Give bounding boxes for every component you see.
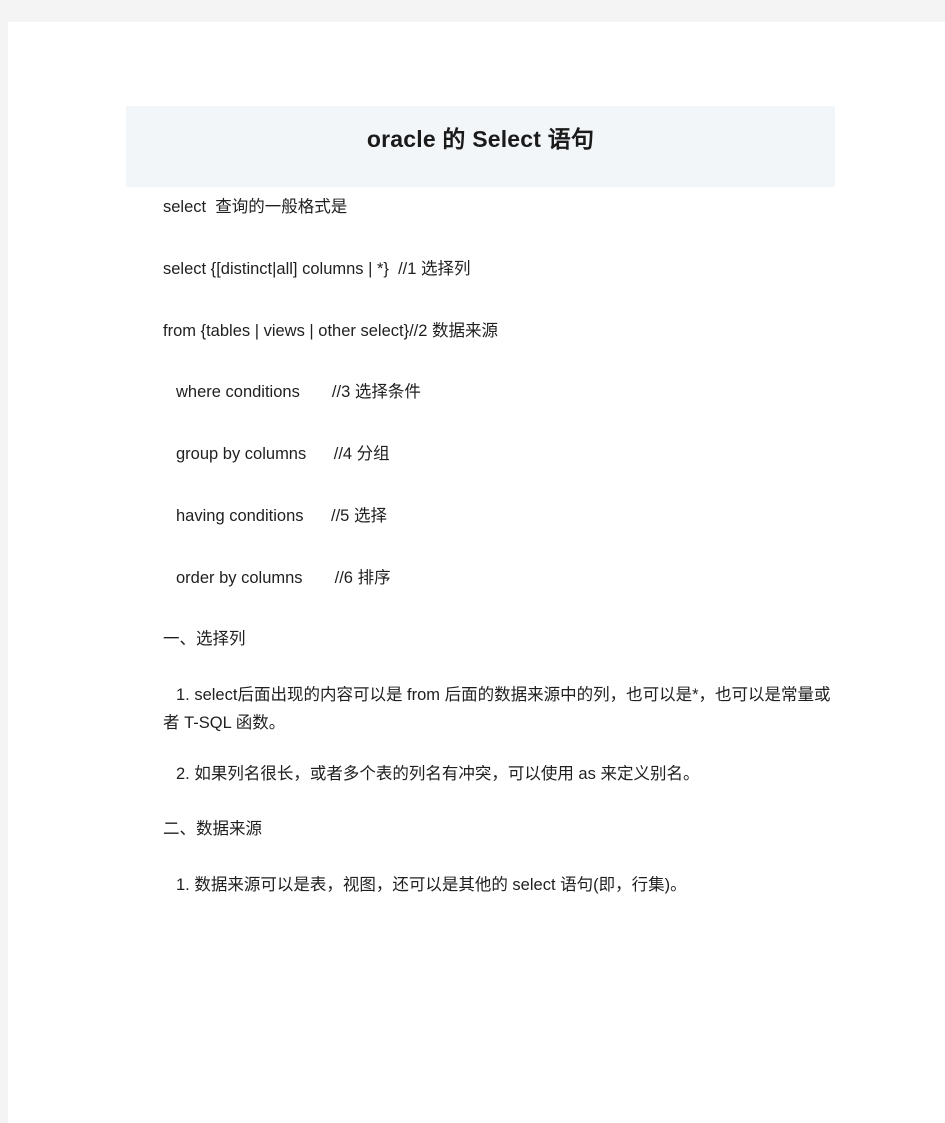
intro-line: select 查询的一般格式是 xyxy=(163,198,348,216)
syntax-line-group-by: group by columns //4 分组 xyxy=(176,445,390,463)
section-two-item-1: 1. 数据来源可以是表，视图，还可以是其他的 select 语句(即，行集)。 xyxy=(176,875,687,894)
document-page: oracle 的 Select 语句 select 查询的一般格式是 selec… xyxy=(8,22,945,1123)
section-heading-one: 一、选择列 xyxy=(163,630,246,649)
document-content: select 查询的一般格式是 select {[distinct|all] c… xyxy=(163,195,881,899)
section-one-item-1: 1. select后面出现的内容可以是 from 后面的数据来源中的列，也可以是… xyxy=(163,686,831,733)
section-one-item-2: 2. 如果列名很长，或者多个表的列名有冲突，可以使用 as 来定义别名。 xyxy=(176,764,700,783)
section-heading-two: 二、数据来源 xyxy=(163,820,262,839)
syntax-line-having: having conditions //5 选择 xyxy=(176,506,387,525)
syntax-line-where: where conditions //3 选择条件 xyxy=(176,383,421,402)
page-title: oracle 的 Select 语句 xyxy=(366,126,595,152)
syntax-line-select: select {[distinct|all] columns | *} //1 … xyxy=(163,259,471,278)
title-banner: oracle 的 Select 语句 xyxy=(126,106,835,187)
syntax-line-order-by: order by columns //6 排序 xyxy=(176,568,391,587)
syntax-line-from: from {tables | views | other select}//2 … xyxy=(163,321,499,340)
